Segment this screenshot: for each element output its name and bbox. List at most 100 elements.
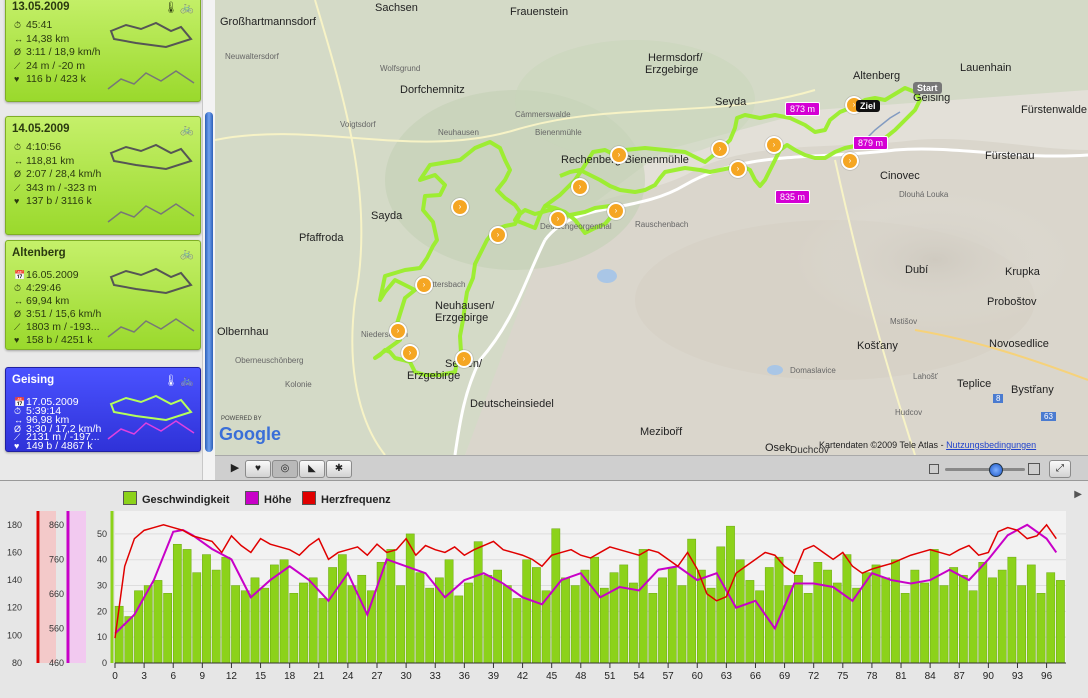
direction-marker[interactable]: › bbox=[765, 136, 783, 154]
tour-card[interactable]: Geising 🚲 🌡 📅17.05.2009 ⏱ 5:39:14 ↔ 96,98 km Ø 3:… bbox=[5, 367, 201, 452]
tour-stat-elevation: ⟋ 24 m / -20 m bbox=[14, 60, 85, 72]
speed-bar bbox=[532, 567, 541, 664]
direction-marker[interactable]: › bbox=[455, 350, 473, 368]
terms-link[interactable]: Nutzungsbedingungen bbox=[946, 440, 1036, 450]
tour-stat-pace: Ø 2:07 / 28,4 km/h bbox=[14, 168, 101, 180]
direction-marker[interactable]: › bbox=[607, 202, 625, 220]
map-place-label: Bienenmühle bbox=[535, 128, 582, 137]
x-tick-label: 24 bbox=[342, 671, 354, 682]
speed-bar bbox=[561, 577, 570, 664]
map-place-label: Erzgebirge bbox=[435, 312, 489, 324]
speed-bar bbox=[803, 593, 813, 664]
profile-view-icon[interactable]: ◣ bbox=[299, 460, 325, 478]
chart-plot[interactable]: 0102030405080100120140160180460560660760… bbox=[0, 481, 1088, 698]
speed-bar bbox=[114, 605, 124, 664]
elevation-icon: ⟋ bbox=[14, 182, 21, 193]
heart-tick-label: 160 bbox=[7, 547, 22, 557]
x-tick-label: 78 bbox=[866, 671, 878, 682]
speed-bar bbox=[609, 572, 619, 664]
map-place-label: Krupka bbox=[1005, 266, 1040, 278]
map-place-label: Proboštov bbox=[987, 296, 1037, 308]
direction-marker[interactable]: › bbox=[489, 226, 507, 244]
speed-bar bbox=[502, 585, 512, 664]
speed-bar bbox=[968, 590, 978, 664]
route-view-icon[interactable]: ◎ bbox=[272, 460, 298, 478]
finish-marker[interactable]: Ziel bbox=[856, 100, 880, 112]
map-place-label: Lauenhain bbox=[960, 62, 1012, 74]
zoom-slider[interactable] bbox=[945, 463, 1025, 477]
map-place-label: Mezibořf bbox=[640, 426, 683, 438]
tour-title: 13.05.2009 bbox=[12, 1, 70, 13]
tour-stat-value: 116 b / 423 k bbox=[26, 73, 86, 85]
tour-title: Geising bbox=[12, 374, 55, 386]
x-tick-label: 96 bbox=[1041, 671, 1053, 682]
direction-marker[interactable]: › bbox=[389, 322, 407, 340]
x-tick-label: 45 bbox=[546, 671, 558, 682]
direction-marker[interactable]: › bbox=[841, 152, 859, 170]
speed-bar bbox=[667, 567, 677, 664]
map-place-label: Großhartmannsdorf bbox=[220, 16, 316, 28]
tour-stat-value: 2:07 / 28,4 km/h bbox=[26, 168, 102, 180]
map-place-label: Sachsen bbox=[375, 2, 418, 14]
speed-bar bbox=[473, 541, 483, 664]
height-tick-label: 860 bbox=[49, 520, 64, 530]
map-place-label: Oberneuschönberg bbox=[235, 356, 304, 365]
speed-bar bbox=[357, 574, 367, 664]
x-tick-label: 39 bbox=[488, 671, 500, 682]
speed-bar bbox=[454, 595, 464, 664]
settings-view-icon[interactable]: ✱ bbox=[326, 460, 352, 478]
play-button[interactable]: ▶ bbox=[223, 460, 247, 476]
tour-stat-value: 24 m / -20 m bbox=[26, 59, 85, 72]
speed-bar bbox=[590, 556, 599, 664]
speed-bar bbox=[279, 559, 289, 664]
direction-marker[interactable]: › bbox=[451, 198, 469, 216]
zoom-slider-knob[interactable] bbox=[989, 463, 1003, 477]
speed-bar bbox=[900, 593, 910, 664]
speed-bar bbox=[638, 549, 648, 664]
fullscreen-icon[interactable]: ⤢ bbox=[1049, 460, 1071, 478]
tour-card[interactable]: 14.05.2009 🚲 ⏱ 4:10:56 ↔ 118,81 km Ø 2:07 / 28,… bbox=[5, 116, 201, 235]
zoom-out-icon[interactable] bbox=[929, 464, 939, 474]
google-logo[interactable]: Google bbox=[219, 424, 281, 445]
tour-card[interactable]: 13.05.2009 🚲 🌡 ⏱ 45:41 ↔ 14,38 km Ø 3:11 / 18,9 … bbox=[5, 0, 201, 102]
direction-marker[interactable]: › bbox=[415, 276, 433, 294]
map-place-label: Domaslavice bbox=[790, 366, 836, 375]
tour-stat-value: 343 m / -323 m bbox=[26, 181, 97, 194]
height-tick-label: 460 bbox=[49, 658, 64, 668]
elevation-label: 835 m bbox=[775, 190, 811, 204]
heart-view-icon[interactable]: ♥ bbox=[245, 460, 271, 478]
x-tick-label: 21 bbox=[313, 671, 325, 682]
direction-marker[interactable]: › bbox=[549, 210, 567, 228]
speed-bar bbox=[337, 554, 347, 664]
x-tick-label: 12 bbox=[226, 671, 238, 682]
x-tick-label: 3 bbox=[141, 671, 147, 682]
elevation-label: 873 m bbox=[785, 102, 821, 116]
tour-list-scrollbar[interactable] bbox=[202, 0, 215, 480]
speed-bar bbox=[1026, 564, 1036, 664]
speed-bar bbox=[551, 528, 561, 664]
pace-icon: Ø bbox=[14, 309, 22, 319]
tour-stat-distance: ↔ 14,38 km bbox=[14, 33, 69, 45]
direction-marker[interactable]: › bbox=[610, 146, 628, 164]
scrollbar-thumb[interactable] bbox=[205, 112, 213, 452]
direction-marker[interactable]: › bbox=[571, 178, 589, 196]
zoom-in-icon[interactable] bbox=[1028, 463, 1040, 475]
start-marker[interactable]: Start bbox=[913, 82, 942, 94]
route-thumbnail bbox=[107, 267, 195, 338]
direction-marker[interactable]: › bbox=[711, 140, 729, 158]
map-place-label: Frauenstein bbox=[510, 6, 569, 18]
data-chart: Geschwindigkeit Höhe Herzfrequenz ▶ 0 10 2… bbox=[0, 480, 1088, 698]
speed-bar bbox=[172, 543, 182, 664]
tour-stat-value: 1803 m / -193... bbox=[26, 321, 100, 333]
x-tick-label: 33 bbox=[430, 671, 442, 682]
direction-marker[interactable]: › bbox=[401, 344, 419, 362]
speed-bar bbox=[1056, 580, 1065, 664]
tour-card[interactable]: Altenberg 🚲 📅16.05.2009 ⏱ 4:29:46 ↔ 69,94 km Ø 3… bbox=[5, 240, 201, 350]
map-place-label: Wolfsgrund bbox=[380, 64, 421, 73]
map-place-label: Neuhausen/ bbox=[435, 300, 495, 312]
speed-tick-label: 30 bbox=[97, 581, 107, 591]
route-map[interactable]: Großhartmannsdorf Sachsen Frauenstein Alten… bbox=[215, 0, 1088, 455]
attribution-text: Kartendaten ©2009 Tele Atlas bbox=[819, 440, 939, 450]
speed-bar bbox=[794, 574, 803, 664]
direction-marker[interactable]: › bbox=[729, 160, 747, 178]
